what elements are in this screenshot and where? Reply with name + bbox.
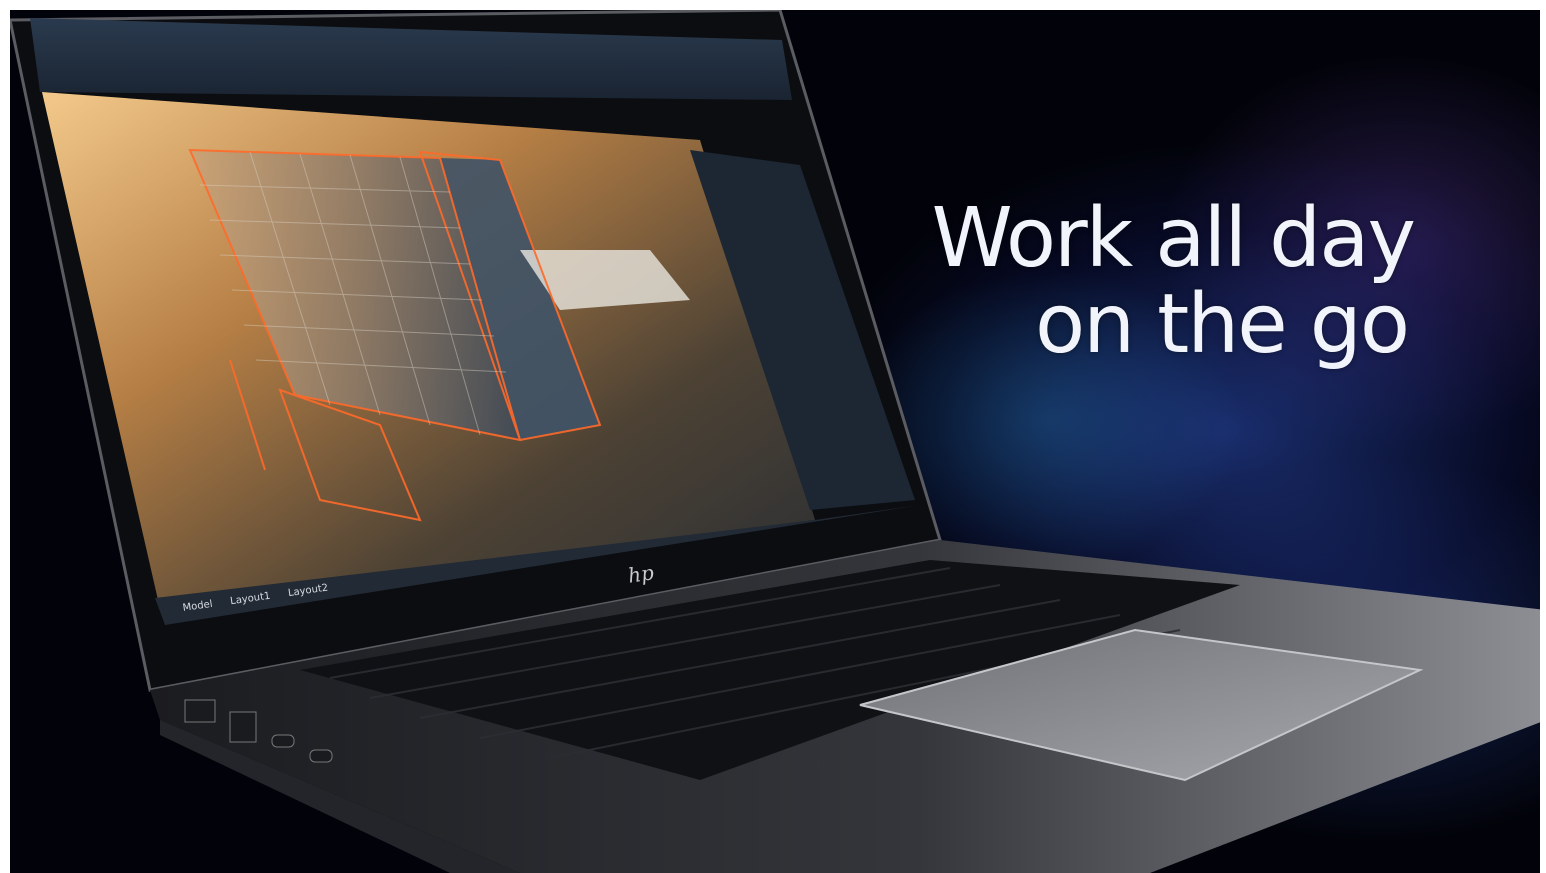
tagline: Work all day on the go bbox=[931, 191, 1416, 372]
laptop-illustration bbox=[8, 8, 1546, 873]
advertisement-scene: hp Model Layout1 Layout2 Work all day on… bbox=[0, 0, 1546, 873]
tagline-line-2: on the go bbox=[1034, 277, 1410, 372]
tagline-line-1: Work all day bbox=[931, 191, 1416, 286]
hp-logo: hp bbox=[626, 560, 656, 588]
